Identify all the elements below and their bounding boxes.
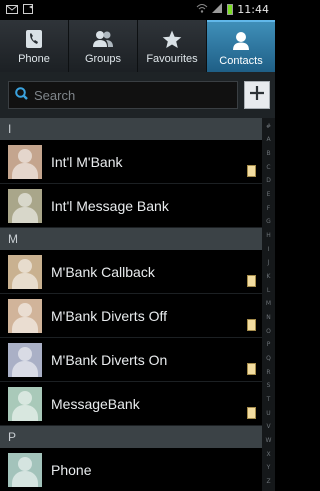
notification-icon — [23, 4, 34, 17]
battery-icon — [227, 4, 234, 15]
index-letter[interactable]: R — [266, 369, 270, 376]
add-contact-button[interactable] — [244, 81, 270, 109]
search-row — [0, 72, 275, 118]
index-letter[interactable]: D — [266, 178, 271, 184]
index-letter[interactable]: C — [266, 164, 270, 171]
contact-row[interactable]: M'Bank Diverts Off — [0, 294, 262, 338]
search-icon — [15, 86, 34, 104]
index-letter[interactable]: A — [266, 137, 270, 143]
contacts-screen: 11:44 Phone Groups Favourites Contacts S… — [0, 0, 275, 491]
tab-favourites[interactable]: Favourites — [138, 20, 207, 72]
index-letter[interactable]: G — [266, 219, 271, 225]
contact-row[interactable]: MessageBank — [0, 382, 262, 426]
tab-phone-label: Phone — [18, 53, 50, 65]
contact-name: Phone — [51, 461, 92, 478]
index-letter[interactable]: B — [266, 151, 270, 157]
tab-phone[interactable]: Phone — [0, 20, 69, 72]
clock-time: 11:44 — [237, 3, 269, 16]
search-box[interactable] — [8, 81, 238, 109]
tab-groups[interactable]: Groups — [69, 20, 138, 72]
status-bar: 11:44 — [0, 0, 275, 20]
index-letter[interactable]: T — [267, 396, 271, 403]
contact-row[interactable]: Int'l Message Bank — [0, 184, 262, 228]
index-letter[interactable]: M — [266, 301, 271, 307]
contact-row[interactable]: Int'l M'Bank — [0, 140, 262, 184]
index-letter[interactable]: O — [266, 328, 271, 335]
contact-icon — [232, 29, 250, 53]
contact-avatar — [8, 386, 42, 421]
add-icon — [249, 85, 265, 105]
index-letter[interactable]: Y — [267, 465, 271, 471]
contact-name: M'Bank Diverts Off — [51, 307, 167, 324]
contact-row[interactable]: Phone — [0, 448, 262, 491]
contact-avatar — [8, 144, 42, 179]
sim-card-icon — [247, 275, 256, 287]
index-letter[interactable]: Q — [266, 355, 271, 362]
sim-card-icon — [247, 165, 256, 177]
phone-icon — [25, 27, 43, 51]
sim-card-icon — [247, 407, 256, 419]
tab-favourites-label: Favourites — [146, 53, 198, 65]
index-letter[interactable]: P — [267, 342, 271, 348]
index-letter[interactable]: N — [266, 315, 271, 321]
alphabet-index-scroller[interactable]: # A B C D E F G H I J K L M N O P Q R S T U V W X Y Z — [262, 118, 275, 491]
sim-card-icon — [247, 363, 256, 375]
index-letter[interactable]: E — [267, 192, 271, 198]
star-icon — [162, 27, 182, 51]
section-header: I — [0, 118, 262, 140]
contact-list[interactable]: I Int'l M'Bank Int'l Message Bank M M'Bank C… — [0, 118, 262, 491]
index-letter[interactable]: Z — [266, 478, 270, 485]
index-letter[interactable]: H — [266, 233, 271, 239]
index-letter[interactable]: F — [267, 205, 270, 212]
index-letter[interactable]: I — [268, 246, 270, 253]
contact-name: M'Bank Diverts On — [51, 351, 168, 368]
contact-avatar — [8, 188, 42, 223]
groups-icon — [91, 27, 115, 51]
contact-name: MessageBank — [51, 395, 140, 412]
contact-avatar — [8, 254, 42, 289]
contact-name: Int'l Message Bank — [51, 197, 169, 214]
tab-contacts[interactable]: Contacts — [207, 20, 275, 72]
contact-avatar — [8, 298, 42, 333]
section-header: M — [0, 228, 262, 250]
contact-avatar — [8, 342, 42, 377]
index-letter[interactable]: J — [268, 260, 270, 266]
index-letter[interactable]: V — [266, 424, 270, 430]
sim-card-icon — [247, 319, 256, 331]
index-letter[interactable]: K — [267, 274, 271, 280]
contact-avatar — [8, 452, 42, 487]
wifi-icon — [196, 3, 208, 16]
tab-contacts-label: Contacts — [219, 55, 263, 67]
mail-icon — [6, 4, 18, 17]
index-letter[interactable]: L — [267, 287, 270, 294]
contact-row[interactable]: M'Bank Diverts On — [0, 338, 262, 382]
index-letter[interactable]: U — [266, 410, 270, 417]
index-letter[interactable]: X — [266, 451, 270, 458]
section-header: P — [0, 426, 262, 448]
search-input[interactable] — [34, 87, 204, 103]
signal-icon — [212, 3, 223, 16]
contact-row[interactable]: M'Bank Callback — [0, 250, 262, 294]
index-letter[interactable]: # — [266, 123, 271, 130]
contact-name: M'Bank Callback — [51, 263, 155, 280]
index-letter[interactable]: W — [266, 437, 272, 444]
tab-bar: Phone Groups Favourites Contacts — [0, 20, 275, 72]
index-letter[interactable]: S — [267, 383, 271, 389]
tab-groups-label: Groups — [84, 53, 122, 65]
contact-name: Int'l M'Bank — [51, 153, 123, 170]
